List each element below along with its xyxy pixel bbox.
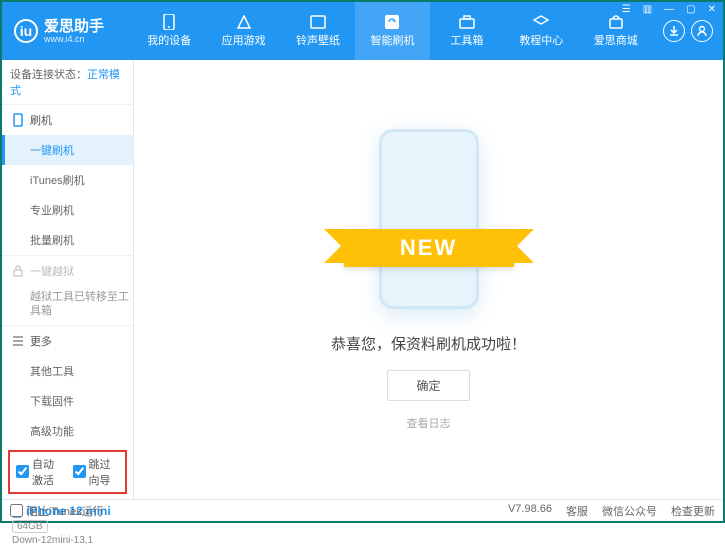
wechat-link[interactable]: 微信公众号	[602, 503, 657, 519]
checkbox-block-itunes[interactable]: 阻止iTunes运行	[10, 503, 104, 519]
jailbreak-note: 越狱工具已转移至工具箱	[2, 286, 133, 325]
titlebar: ☰ ▥ — ▢ ✕ iu 爱思助手 www.i4.cn 我的设备 应用游戏 铃声…	[2, 2, 723, 60]
tutorial-icon	[533, 14, 549, 30]
customer-service-link[interactable]: 客服	[566, 503, 588, 519]
sidebar-item-oneclick-flash[interactable]: 一键刷机	[2, 135, 133, 165]
sidebar: 设备连接状态：正常模式 刷机 一键刷机 iTunes刷机 专业刷机 批量刷机 一…	[2, 60, 134, 499]
settings-icon[interactable]: ☰	[619, 4, 634, 15]
wallpaper-icon	[310, 14, 326, 30]
logo: iu 爱思助手 www.i4.cn	[2, 19, 132, 44]
main-content: NEW 恭喜您，保资料刷机成功啦！ 确定 查看日志	[134, 60, 723, 499]
ok-button[interactable]: 确定	[387, 370, 469, 401]
sidebar-jailbreak-header: 一键越狱	[2, 256, 133, 286]
device-icon	[161, 14, 177, 30]
sidebar-item-itunes-flash[interactable]: iTunes刷机	[2, 165, 133, 195]
sidebar-item-advanced[interactable]: 高级功能	[2, 416, 133, 446]
toolbox-icon	[459, 14, 475, 30]
sidebar-flash-header[interactable]: 刷机	[2, 105, 133, 135]
user-controls	[653, 20, 723, 42]
sidebar-more-header[interactable]: 更多	[2, 326, 133, 356]
minimize-icon[interactable]: —	[661, 4, 677, 15]
nav-my-device[interactable]: 我的设备	[132, 2, 206, 60]
download-icon[interactable]	[663, 20, 685, 42]
checkbox-auto-activate[interactable]: 自动激活	[16, 456, 63, 488]
checkbox-skip-guide[interactable]: 跳过向导	[73, 456, 120, 488]
nav-apps[interactable]: 应用游戏	[206, 2, 280, 60]
maximize-icon[interactable]: ▢	[683, 4, 698, 15]
top-nav: 我的设备 应用游戏 铃声壁纸 智能刷机 工具箱 教程中心 爱思商城	[132, 2, 653, 60]
sidebar-item-other-tools[interactable]: 其他工具	[2, 356, 133, 386]
nav-tutorials[interactable]: 教程中心	[504, 2, 578, 60]
user-icon[interactable]	[691, 20, 713, 42]
app-name: 爱思助手	[44, 19, 104, 34]
nav-flash[interactable]: 智能刷机	[355, 2, 429, 60]
window-controls: ☰ ▥ — ▢ ✕	[619, 4, 719, 15]
flash-icon	[384, 14, 400, 30]
new-ribbon: NEW	[344, 229, 514, 267]
nav-ringtones[interactable]: 铃声壁纸	[281, 2, 355, 60]
view-log-link[interactable]: 查看日志	[407, 415, 451, 431]
phone-illustration: NEW	[364, 129, 494, 319]
sidebar-item-batch-flash[interactable]: 批量刷机	[2, 225, 133, 255]
skin-icon[interactable]: ▥	[640, 4, 655, 15]
connection-status: 设备连接状态：正常模式	[2, 60, 133, 104]
apps-icon	[236, 14, 252, 30]
success-message: 恭喜您，保资料刷机成功啦！	[331, 333, 526, 354]
device-storage: 64GB	[12, 520, 48, 533]
logo-icon: iu	[14, 19, 38, 43]
options-highlight-box: 自动激活 跳过向导	[8, 450, 127, 494]
version-label: V7.98.66	[508, 503, 552, 519]
sidebar-item-download-firmware[interactable]: 下载固件	[2, 386, 133, 416]
nav-toolbox[interactable]: 工具箱	[430, 2, 504, 60]
close-icon[interactable]: ✕	[705, 4, 719, 15]
sidebar-item-pro-flash[interactable]: 专业刷机	[2, 195, 133, 225]
check-update-link[interactable]: 检查更新	[671, 503, 715, 519]
app-url: www.i4.cn	[44, 34, 104, 44]
store-icon	[608, 14, 624, 30]
device-model: Down-12mini-13,1	[12, 535, 123, 546]
